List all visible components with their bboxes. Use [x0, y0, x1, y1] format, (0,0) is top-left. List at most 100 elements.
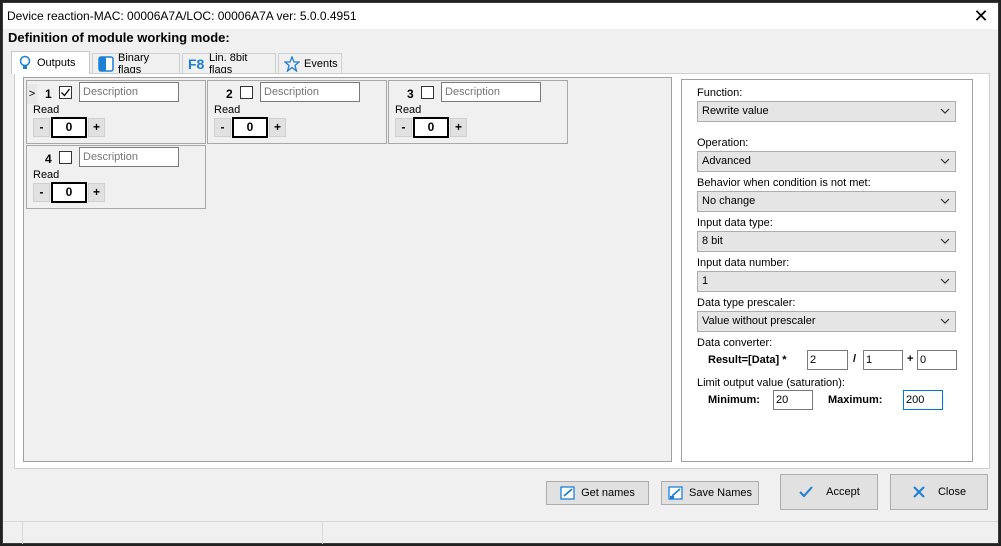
operation-select[interactable]: Advanced — [697, 151, 956, 172]
divisor-input[interactable]: 1 — [863, 350, 903, 370]
maximum-input[interactable]: 200 — [903, 390, 943, 410]
close-icon — [913, 486, 925, 498]
chevron-down-icon — [940, 278, 950, 284]
behavior-label: Behavior when condition is not met: — [697, 177, 871, 189]
title-bar: Device reaction-MAC: 00006A7A/LOC: 00006… — [3, 3, 998, 29]
star-icon — [283, 54, 301, 73]
output-mode-label: Read — [214, 104, 241, 116]
checkmark-icon — [799, 486, 813, 498]
output-enable-checkbox[interactable] — [59, 151, 72, 164]
maximum-label: Maximum: — [828, 394, 883, 406]
output-mode-label: Read — [395, 104, 422, 116]
output-enable-checkbox[interactable] — [421, 86, 434, 99]
minimum-input[interactable]: 20 — [773, 390, 813, 410]
output-enable-checkbox[interactable] — [59, 86, 72, 99]
converter-label: Data converter: — [697, 337, 773, 349]
save-names-icon — [668, 486, 683, 500]
decrement-button[interactable]: - — [214, 118, 231, 137]
prescaler-select[interactable]: Value without prescaler — [697, 311, 956, 332]
output-description-input[interactable] — [260, 82, 360, 102]
tab-lin-8bit-flags-label: Lin. 8bit flags — [208, 51, 248, 76]
operation-select-value: Advanced — [702, 155, 751, 167]
get-names-label: Get names — [581, 487, 635, 499]
checkmark-icon — [61, 88, 71, 97]
output-card-2: 2 Read - 0 + — [207, 80, 387, 144]
output-value-field[interactable]: 0 — [413, 117, 449, 138]
result-formula-label: Result=[Data] * — [708, 354, 787, 366]
output-mode-label: Read — [33, 169, 60, 181]
lightbulb-icon — [17, 55, 33, 71]
decrement-button[interactable]: - — [33, 183, 50, 202]
input-type-label: Input data type: — [697, 217, 773, 229]
binary-flag-icon — [98, 55, 114, 72]
get-names-button[interactable]: Get names — [546, 481, 649, 505]
output-number: 2 — [226, 87, 233, 101]
window-close-icon[interactable]: ✕ — [970, 5, 992, 27]
dialog-window: Device reaction-MAC: 00006A7A/LOC: 00006… — [2, 2, 999, 544]
chevron-down-icon — [940, 108, 950, 114]
chevron-down-icon — [940, 198, 950, 204]
save-names-button[interactable]: Save Names — [661, 481, 759, 505]
behavior-select[interactable]: No change — [697, 191, 956, 212]
input-number-select[interactable]: 1 — [697, 271, 956, 292]
output-description-input[interactable] — [441, 82, 541, 102]
behavior-select-value: No change — [702, 195, 756, 207]
close-label: Close — [937, 486, 967, 498]
prescaler-label: Data type prescaler: — [697, 297, 796, 309]
output-enable-checkbox[interactable] — [240, 86, 253, 99]
tab-events-label: Events — [304, 57, 338, 70]
output-settings-panel: Function: Rewrite value Operation: Advan… — [681, 79, 973, 462]
input-type-select[interactable]: 8 bit — [697, 231, 956, 252]
tab-events[interactable]: Events — [278, 53, 342, 73]
output-value-field[interactable]: 0 — [51, 117, 87, 138]
tab-outputs[interactable]: Outputs — [11, 51, 90, 74]
close-button[interactable]: Close — [890, 474, 988, 510]
increment-button[interactable]: + — [88, 183, 105, 202]
operation-label: Operation: — [697, 137, 749, 149]
output-number: 3 — [407, 87, 414, 101]
output-value-field[interactable]: 0 — [232, 117, 268, 138]
outputs-tab-panel: > 1 Read - 0 + 2 Read - 0 + — [14, 73, 990, 469]
tab-lin-8bit-flags[interactable]: F8 Lin. 8bit flags — [182, 51, 276, 76]
tab-binary-flags-label: Binary flags — [118, 51, 150, 76]
f8-icon: F8 — [188, 55, 205, 72]
offset-input[interactable]: 0 — [917, 350, 957, 370]
chevron-down-icon — [940, 238, 950, 244]
input-type-select-value: 8 bit — [702, 235, 723, 247]
output-description-input[interactable] — [79, 147, 179, 167]
status-segment — [23, 522, 323, 544]
multiplier-input[interactable]: 2 — [807, 350, 848, 370]
window-title: Device reaction-MAC: 00006A7A/LOC: 00006… — [7, 9, 357, 23]
increment-button[interactable]: + — [450, 118, 467, 137]
minimum-label: Minimum: — [708, 394, 760, 406]
output-card-3: 3 Read - 0 + — [388, 80, 568, 144]
tab-outputs-label: Outputs — [37, 57, 76, 69]
chevron-down-icon — [940, 318, 950, 324]
output-description-input[interactable] — [79, 82, 179, 102]
output-value-field[interactable]: 0 — [51, 182, 87, 203]
prescaler-select-value: Value without prescaler — [702, 315, 816, 327]
input-number-select-value: 1 — [702, 275, 709, 287]
function-label: Function: — [697, 87, 743, 99]
limit-label: Limit output value (saturation): — [697, 377, 845, 389]
increment-button[interactable]: + — [269, 118, 286, 137]
accept-label: Accept — [826, 486, 860, 498]
accept-button[interactable]: Accept — [780, 474, 878, 510]
selected-marker: > — [27, 84, 37, 104]
function-select-value: Rewrite value — [702, 105, 769, 117]
save-names-label: Save Names — [689, 487, 752, 499]
status-segment — [3, 522, 23, 544]
function-select[interactable]: Rewrite value — [697, 101, 956, 122]
output-card-1: > 1 Read - 0 + — [26, 80, 206, 144]
plus-sign: + — [907, 353, 914, 365]
tab-binary-flags[interactable]: Binary flags — [92, 51, 180, 76]
divide-sign: / — [853, 353, 857, 365]
output-card-4: 4 Read - 0 + — [26, 145, 206, 209]
get-names-icon — [560, 486, 575, 500]
chevron-down-icon — [940, 158, 950, 164]
input-number-label: Input data number: — [697, 257, 790, 269]
decrement-button[interactable]: - — [395, 118, 412, 137]
increment-button[interactable]: + — [88, 118, 105, 137]
decrement-button[interactable]: - — [33, 118, 50, 137]
output-number: 1 — [45, 87, 52, 101]
